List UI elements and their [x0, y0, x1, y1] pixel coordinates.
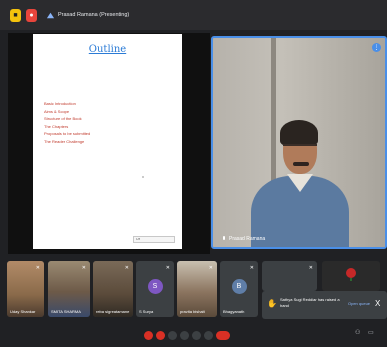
rose-image: [346, 268, 356, 281]
people-icon[interactable]: ⚇: [355, 329, 360, 336]
speaker-mustache: [293, 162, 309, 166]
speaker-glasses: [283, 144, 317, 151]
slide-toolbar-spacer: [160, 237, 175, 242]
top-bar: ■ ● Prasad Ramana (Presenting): [0, 0, 387, 30]
slide-bullet: Aims & Scope: [44, 108, 70, 114]
more-options-icon[interactable]: ⋮: [372, 43, 381, 52]
participant-avatar: S: [147, 279, 163, 294]
participant-name: reba sigreatamane: [96, 309, 130, 314]
slide-title: Outline: [88, 44, 127, 55]
meeting-window: ■ ● Prasad Ramana (Presenting) Outline B…: [0, 0, 387, 347]
participant-name: pravita bishalt: [180, 309, 205, 314]
speaker-hair: [280, 120, 318, 146]
speaker-name-label: Prasad Ramana: [221, 236, 265, 242]
mic-icon: [221, 236, 226, 242]
participant-tile[interactable]: ✕ Uday Shankar: [7, 261, 44, 317]
camera-toggle-button[interactable]: [156, 331, 165, 340]
open-queue-button[interactable]: Open queue: [348, 301, 370, 306]
bottom-control-bar: ⚇ ▭: [0, 322, 387, 347]
participant-tile[interactable]: ✕ SMITA SHARMA: [48, 261, 90, 317]
participant-name: Uday Shankar: [10, 309, 36, 314]
presenting-title: Prasad Ramana (Presenting): [58, 12, 130, 18]
hand-raise-notification: ✋ Sathya Sugi Reddiar has raised a hand …: [262, 291, 387, 319]
slide-bullet: Proposals to be submitted: [44, 131, 91, 137]
slide-bullets: Basic Introduction Aims & Scope Structur…: [44, 100, 90, 146]
captions-button[interactable]: [168, 331, 177, 340]
participant-tile[interactable]: ✕: [262, 261, 317, 291]
raise-hand-button[interactable]: [192, 331, 201, 340]
slide-bullet: The Chapters: [44, 123, 69, 129]
more-options-button[interactable]: [204, 331, 213, 340]
close-notification-button[interactable]: X: [375, 299, 380, 308]
slide-navigation-toolbar[interactable]: 1/8: [133, 236, 175, 243]
slide-bullet: Structure of the Book: [44, 116, 82, 122]
mic-toggle-button[interactable]: [144, 331, 153, 340]
participant-tile[interactable]: B ✕ Bhagyanath: [220, 261, 258, 317]
leave-call-button[interactable]: [216, 331, 230, 340]
notification-text: Sathya Sugi Reddiar has raised a hand: [280, 297, 340, 308]
raised-hand-icon: ✋: [267, 299, 277, 308]
mic-off-icon: ✕: [249, 265, 254, 271]
mic-off-icon: ✕: [308, 265, 313, 271]
mic-off-icon: ✕: [35, 265, 40, 271]
presentation-slide: Outline Basic Introduction Aims & Scope …: [33, 34, 182, 249]
participant-avatar: B: [231, 279, 247, 294]
participant-name: SMITA SHARMA: [51, 309, 81, 314]
participant-name: Bhagyanath: [223, 309, 245, 314]
mic-off-icon: ✕: [208, 265, 213, 271]
recording-icon[interactable]: ●: [26, 8, 37, 22]
speaker-name: Prasad Ramana: [229, 236, 266, 242]
cursor-dot: [142, 176, 144, 178]
participant-tile[interactable]: ✕ pravita bishalt: [177, 261, 217, 317]
slide-bullet: The Reader Challenge: [44, 138, 85, 144]
slide-page-indicator: 1/8: [136, 237, 141, 241]
present-button[interactable]: [180, 331, 189, 340]
presenting-icon: [46, 12, 55, 18]
participant-tile[interactable]: S ✕ S Surya: [136, 261, 174, 317]
active-speaker-tile[interactable]: ⋮ Prasad Ramana: [211, 36, 387, 249]
slide-bullet: Basic Introduction: [44, 101, 76, 106]
meeting-code-icon[interactable]: ■: [10, 8, 21, 22]
mic-off-icon: ✕: [81, 265, 86, 271]
mic-off-icon: ✕: [124, 265, 129, 271]
participant-tile[interactable]: ✕ reba sigreatamane: [93, 261, 133, 317]
participant-name: S Surya: [139, 309, 154, 314]
mic-off-icon: ✕: [165, 265, 170, 271]
chat-icon[interactable]: ▭: [368, 329, 374, 336]
participant-tile[interactable]: [322, 261, 380, 291]
